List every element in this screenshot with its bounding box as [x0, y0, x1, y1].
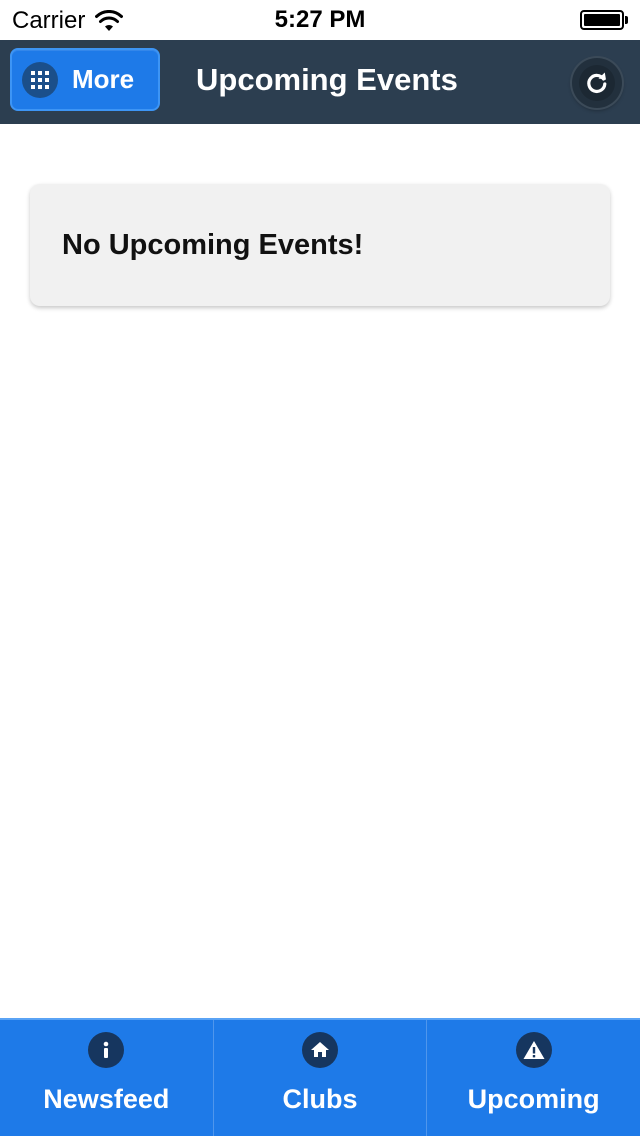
tab-bar: Newsfeed Clubs Upcoming: [0, 1018, 640, 1136]
refresh-button[interactable]: [572, 58, 622, 108]
tab-label: Clubs: [282, 1084, 358, 1114]
more-button-label: More: [72, 64, 135, 94]
refresh-icon: [579, 65, 615, 101]
info-icon: [88, 1032, 125, 1068]
status-time: 5:27 PM: [274, 6, 366, 33]
tab-label: Upcoming: [467, 1084, 600, 1114]
status-bar: Carrier 5:27 PM: [0, 0, 640, 40]
more-button[interactable]: More: [10, 48, 160, 111]
home-icon: [302, 1032, 338, 1068]
page-title: Upcoming Events: [196, 62, 458, 97]
tab-clubs[interactable]: Clubs: [212, 1020, 427, 1136]
tab-label: Newsfeed: [43, 1084, 170, 1114]
tab-newsfeed[interactable]: Newsfeed: [0, 1020, 213, 1136]
empty-state-card: No Upcoming Events!: [30, 184, 610, 306]
nav-bar: More Upcoming Events: [0, 40, 640, 124]
empty-state-message: No Upcoming Events!: [62, 228, 364, 261]
grid-icon: [22, 61, 58, 98]
tab-upcoming[interactable]: Upcoming: [426, 1020, 640, 1136]
battery-icon: [580, 10, 628, 30]
alert-icon: [515, 1032, 552, 1068]
